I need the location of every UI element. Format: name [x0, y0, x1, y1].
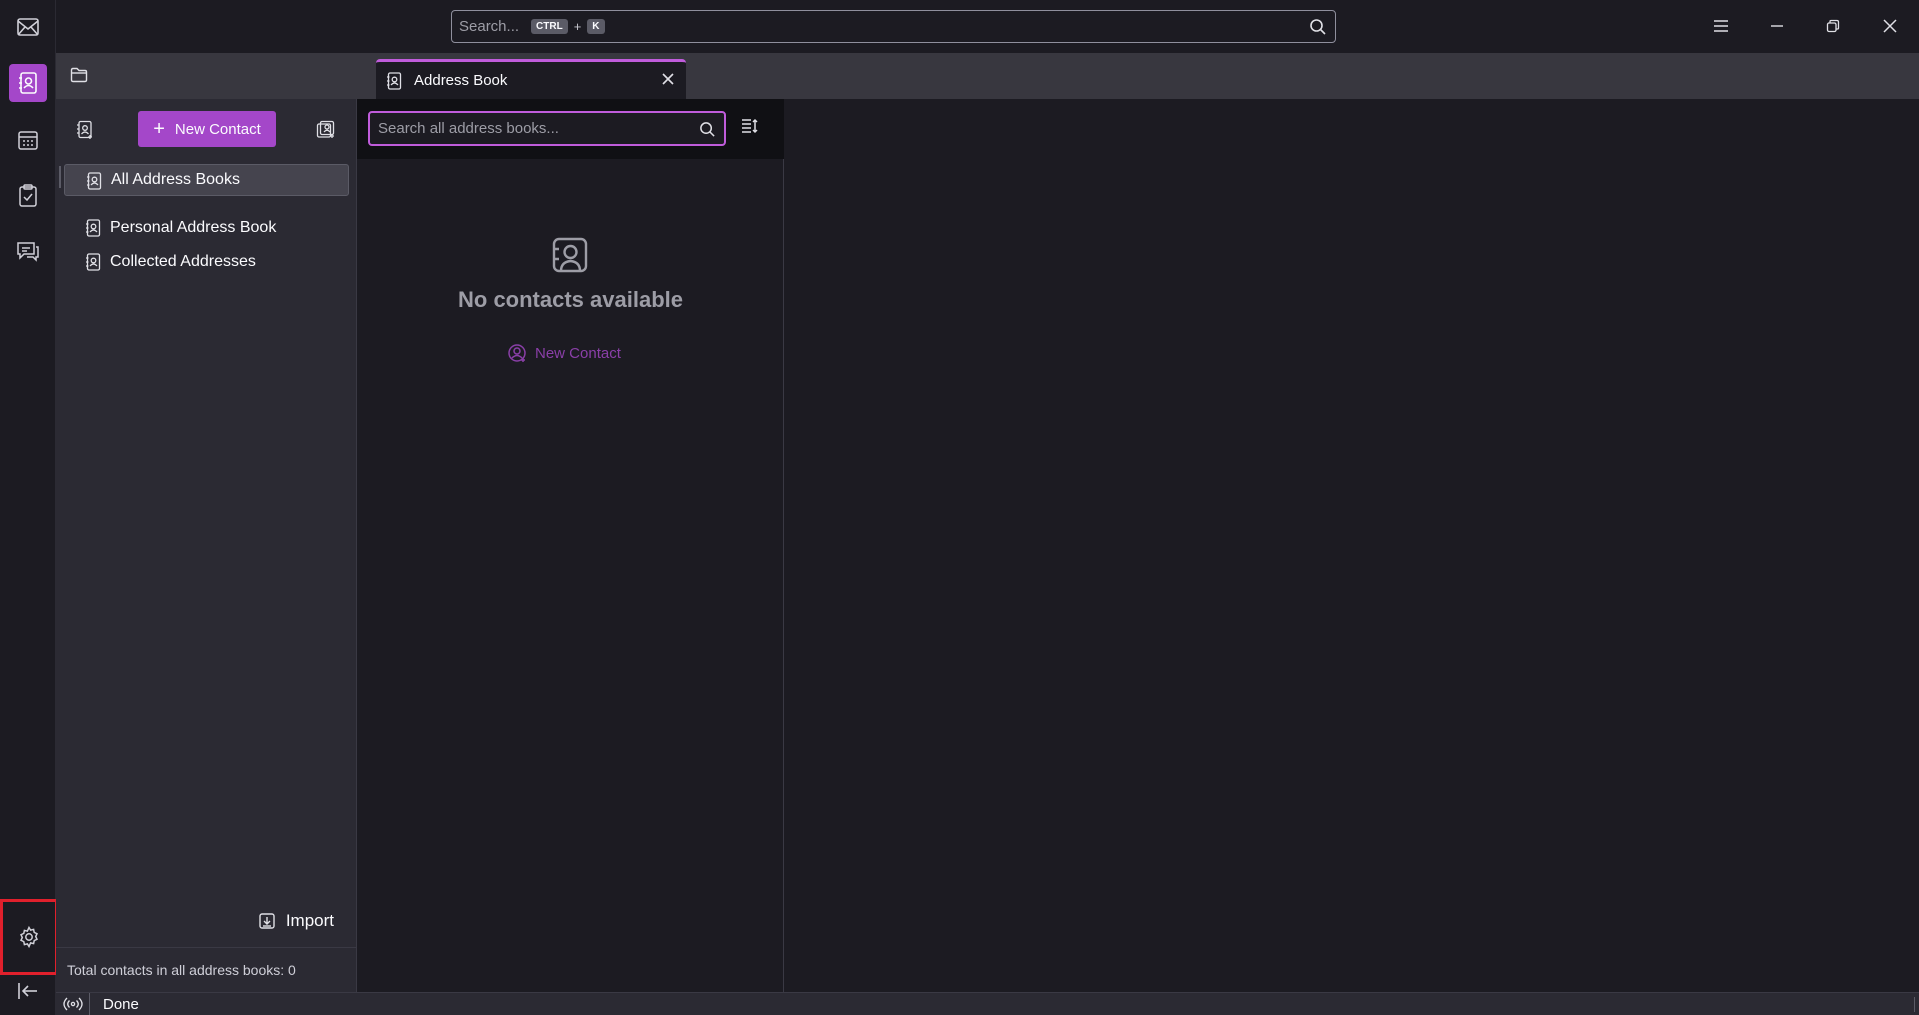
empty-contacts-title: No contacts available [458, 287, 683, 312]
calendar-icon [18, 131, 38, 150]
shortcut-k-key: K [587, 19, 605, 34]
settings-icon [20, 925, 38, 949]
contacts-search-box[interactable] [368, 111, 726, 146]
global-search-button[interactable] [1309, 18, 1327, 36]
selection-indicator [59, 166, 61, 188]
address-book-label: All Address Books [111, 171, 240, 188]
close-icon [1883, 19, 1897, 33]
contacts-list-pane: No contacts available New Contact [357, 99, 784, 992]
minimize-button[interactable] [1763, 12, 1791, 40]
broadcast-icon [62, 997, 83, 1011]
address-book-space-button[interactable] [9, 64, 47, 102]
restore-icon [1826, 19, 1840, 33]
mail-icon [17, 18, 39, 36]
address-book-item-personal[interactable]: Personal Address Book [64, 212, 349, 244]
new-contact-icon [508, 344, 526, 362]
search-icon [1310, 19, 1326, 35]
close-window-button[interactable] [1876, 12, 1904, 40]
close-icon [662, 73, 674, 85]
folder-pane-toggle[interactable] [70, 67, 88, 83]
new-list-button[interactable] [314, 118, 338, 142]
list-view-options-button[interactable] [740, 117, 758, 135]
plus-icon: + [153, 118, 165, 140]
address-book-icon [87, 172, 102, 190]
address-book-item-collected[interactable]: Collected Addresses [64, 246, 349, 278]
hamburger-menu-icon [1714, 20, 1728, 32]
new-address-book-icon [77, 120, 92, 139]
empty-contacts-icon [551, 236, 589, 274]
global-search-box[interactable]: Search... CTRL + K [451, 10, 1336, 43]
chat-space-button[interactable] [9, 232, 47, 270]
contacts-search-bar [357, 99, 784, 159]
empty-new-contact-label: New Contact [535, 344, 621, 362]
tab-close-button[interactable] [660, 71, 676, 87]
folder-icon [70, 67, 88, 83]
mail-space-button[interactable] [9, 8, 47, 46]
shortcut-ctrl-key: CTRL [531, 19, 568, 34]
empty-new-contact-button[interactable]: New Contact [507, 343, 621, 363]
status-divider [1914, 997, 1915, 1012]
import-button[interactable]: Import [258, 911, 334, 931]
minimize-icon [1771, 25, 1783, 27]
tab-strip: Address Book [56, 53, 1919, 99]
address-book-label: Collected Addresses [110, 253, 256, 270]
new-contact-label: New Contact [174, 120, 261, 138]
calendar-space-button[interactable] [9, 121, 47, 159]
address-book-icon [86, 253, 101, 271]
tasks-space-button[interactable] [9, 177, 47, 215]
app-menu-button[interactable] [1707, 12, 1735, 40]
tab-address-book[interactable]: Address Book [376, 59, 686, 99]
address-book-item-all[interactable]: All Address Books [64, 164, 349, 196]
address-book-icon [19, 72, 37, 94]
global-search-placeholder: Search... [459, 18, 520, 35]
address-book-icon [86, 219, 101, 237]
online-status-button[interactable] [56, 992, 90, 1015]
settings-button[interactable] [0, 899, 58, 975]
chat-icon [17, 242, 39, 262]
total-contacts-footer: Total contacts in all address books: 0 [56, 947, 357, 992]
contacts-search-button[interactable] [699, 121, 716, 138]
view-options-icon [742, 118, 758, 134]
import-icon [259, 913, 275, 929]
new-contact-button[interactable]: + New Contact [138, 111, 276, 147]
collapse-icon [18, 983, 37, 999]
address-books-pane: + New Contact All Address Books Personal… [56, 99, 357, 992]
restore-button[interactable] [1819, 12, 1847, 40]
search-icon [700, 122, 715, 137]
spaces-toolbar [0, 0, 58, 1015]
new-list-icon [316, 120, 335, 138]
contacts-search-input[interactable] [378, 120, 678, 137]
contact-detail-pane [784, 99, 1919, 992]
new-address-book-button[interactable] [73, 118, 97, 142]
tab-label: Address Book [414, 72, 508, 89]
status-bar: Done [56, 992, 1919, 1015]
address-book-icon [387, 71, 402, 90]
tasks-icon [19, 184, 37, 207]
address-book-label: Personal Address Book [110, 219, 277, 236]
shortcut-plus: + [573, 19, 582, 34]
status-text: Done [103, 995, 139, 1013]
collapse-spaces-button[interactable] [9, 972, 47, 1010]
import-label: Import [285, 911, 334, 930]
title-bar: Search... CTRL + K [56, 0, 1919, 53]
